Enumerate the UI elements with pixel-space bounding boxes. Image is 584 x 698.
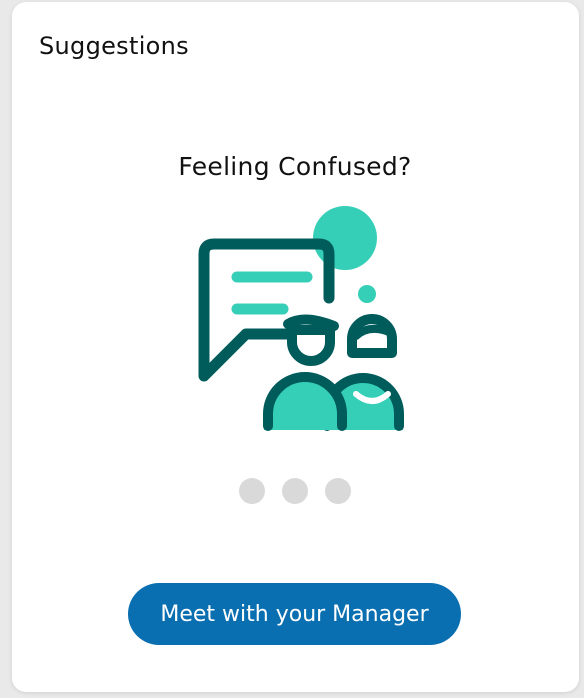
pagination-dots	[239, 478, 351, 504]
pagination-dot-1[interactable]	[239, 478, 265, 504]
card-title: Suggestions	[39, 32, 189, 60]
suggestions-card: Suggestions Feeling Confused? Meet with …	[12, 2, 579, 692]
pagination-dot-2[interactable]	[282, 478, 308, 504]
suggestion-headline: Feeling Confused?	[178, 152, 412, 181]
pagination-dot-3[interactable]	[325, 478, 351, 504]
meet-manager-button[interactable]: Meet with your Manager	[128, 583, 461, 645]
chat-people-icon	[198, 206, 404, 431]
